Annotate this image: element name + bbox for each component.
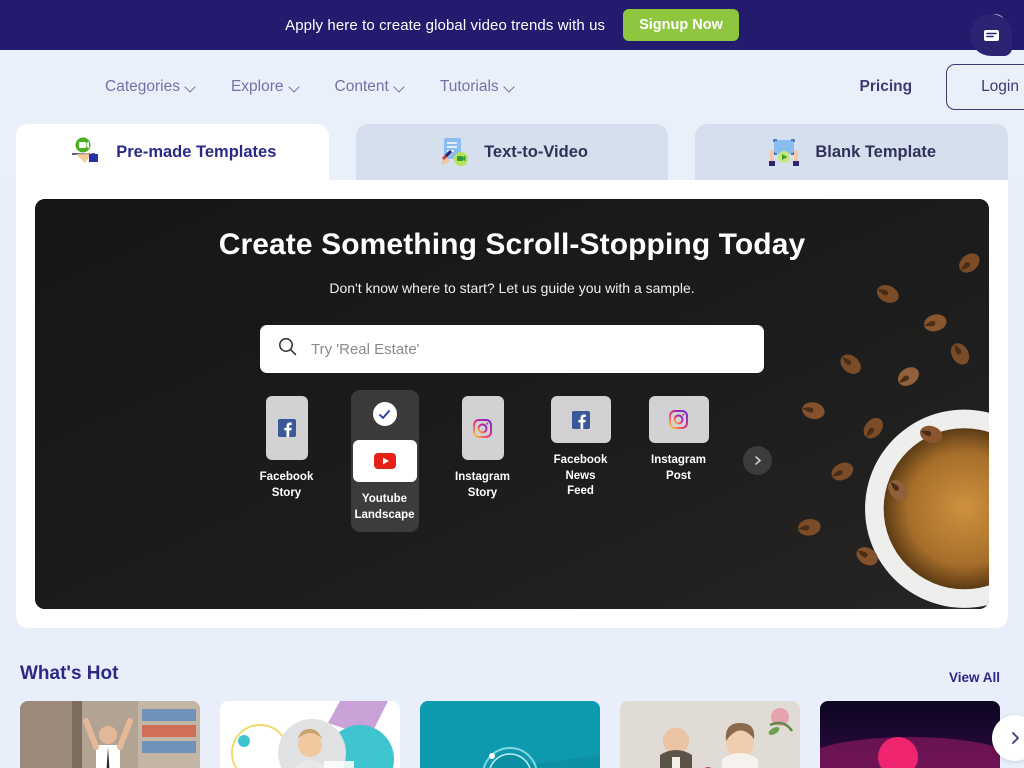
format-thumbnail [461, 396, 504, 460]
search-bar[interactable] [260, 325, 764, 373]
neon-energize-template: WHEN WORDS ENERGIZE [820, 701, 1000, 768]
announcement-banner: Apply here to create global video trends… [0, 0, 1024, 50]
nav-label: Explore [230, 78, 284, 95]
teal-logo-reveal-template: LOGO [420, 701, 600, 768]
chat-bubble-icon [983, 29, 999, 41]
hero-subtitle: Don't know where to start? Let us guide … [329, 280, 695, 296]
template-card[interactable]: WHEN WORDS ENERGIZE [820, 701, 1000, 768]
template-mode-tabs: Pre-made Templates Text-to-Video Blank T… [0, 124, 1024, 180]
format-thumbnail [550, 396, 611, 443]
whats-hot-header: What's Hot View All [0, 628, 1024, 685]
template-card[interactable] [20, 701, 200, 768]
search-icon [278, 337, 297, 361]
nav-label: Content [334, 78, 389, 95]
instagram-icon [669, 410, 688, 429]
video-on-stand-icon [68, 136, 102, 168]
template-card[interactable] [220, 701, 400, 768]
format-thumbnail [265, 396, 308, 460]
format-option-instagram-post[interactable]: Instagram Post [645, 390, 713, 493]
format-thumbnail [352, 440, 417, 482]
format-carousel-next-button[interactable] [742, 446, 772, 475]
chat-widget-button[interactable] [970, 14, 1012, 56]
login-button[interactable]: Login [946, 64, 1024, 110]
hero-card: Create Something Scroll-Stopping Today D… [16, 180, 1008, 628]
search-input[interactable] [311, 340, 746, 358]
facebook-icon [571, 410, 590, 429]
tab-blank-template[interactable]: Blank Template [695, 124, 1009, 180]
top-navigation: Categories Explore Content Tutorials Pri… [0, 50, 1024, 124]
chevron-right-icon [1012, 732, 1019, 744]
nav-links: Categories Explore Content Tutorials [105, 78, 514, 96]
template-card[interactable]: LOGO [420, 701, 600, 768]
format-label: Facebook News Feed [553, 454, 608, 498]
office-celebration-template [20, 701, 200, 768]
nav-actions: Pricing Login [860, 50, 1024, 124]
format-selector: Facebook Story Youtube Landscape Instagr… [35, 390, 989, 533]
view-all-link[interactable]: View All [949, 670, 1000, 685]
nav-item-content[interactable]: Content [335, 78, 404, 96]
format-label: Instagram Story [455, 471, 510, 499]
format-thumbnail [648, 396, 709, 443]
chevron-right-icon [754, 456, 761, 465]
format-label: Youtube Landscape [354, 493, 415, 521]
tab-text-to-video[interactable]: Text-to-Video [355, 124, 669, 180]
nav-label: Tutorials [439, 78, 499, 95]
instagram-icon [473, 418, 492, 438]
nav-item-explore[interactable]: Explore [231, 78, 299, 96]
signup-now-button[interactable]: Signup Now [623, 9, 739, 41]
format-label: Instagram Post [651, 454, 706, 482]
document-pencil-video-icon [436, 136, 470, 168]
whats-hot-carousel: LOGO [0, 685, 1024, 768]
tab-label: Blank Template [815, 142, 937, 161]
format-option-facebook-story[interactable]: Facebook Story [253, 390, 321, 510]
hands-holding-frame-icon [767, 136, 801, 168]
nav-item-tutorials[interactable]: Tutorials [440, 78, 514, 96]
tab-pre-made-templates[interactable]: Pre-made Templates [16, 124, 329, 180]
hero-title: Create Something Scroll-Stopping Today [218, 228, 806, 261]
pricing-link[interactable]: Pricing [860, 78, 913, 96]
chevron-down-icon [290, 83, 299, 92]
nav-item-categories[interactable]: Categories [105, 78, 195, 96]
stressed-woman-abstract-template [220, 701, 400, 768]
selected-check-icon [372, 402, 397, 426]
banner-text: Apply here to create global video trends… [285, 16, 606, 34]
nav-label: Categories [105, 78, 180, 95]
facebook-icon [277, 419, 296, 437]
format-label: Facebook Story [259, 471, 314, 499]
tab-label: Pre-made Templates [116, 142, 277, 161]
format-option-facebook-news-feed[interactable]: Facebook News Feed [547, 390, 615, 509]
hero-banner: Create Something Scroll-Stopping Today D… [35, 199, 989, 609]
format-option-youtube-landscape[interactable]: Youtube Landscape [350, 390, 419, 533]
template-card[interactable] [620, 701, 800, 768]
chevron-down-icon [395, 83, 404, 92]
chevron-down-icon [505, 83, 514, 92]
wedding-couple-template [620, 701, 800, 768]
format-option-instagram-story[interactable]: Instagram Story [449, 390, 517, 510]
tab-label: Text-to-Video [484, 142, 588, 161]
chevron-down-icon [186, 83, 195, 92]
youtube-icon [373, 453, 396, 469]
page-section-title: What's Hot [20, 663, 119, 684]
